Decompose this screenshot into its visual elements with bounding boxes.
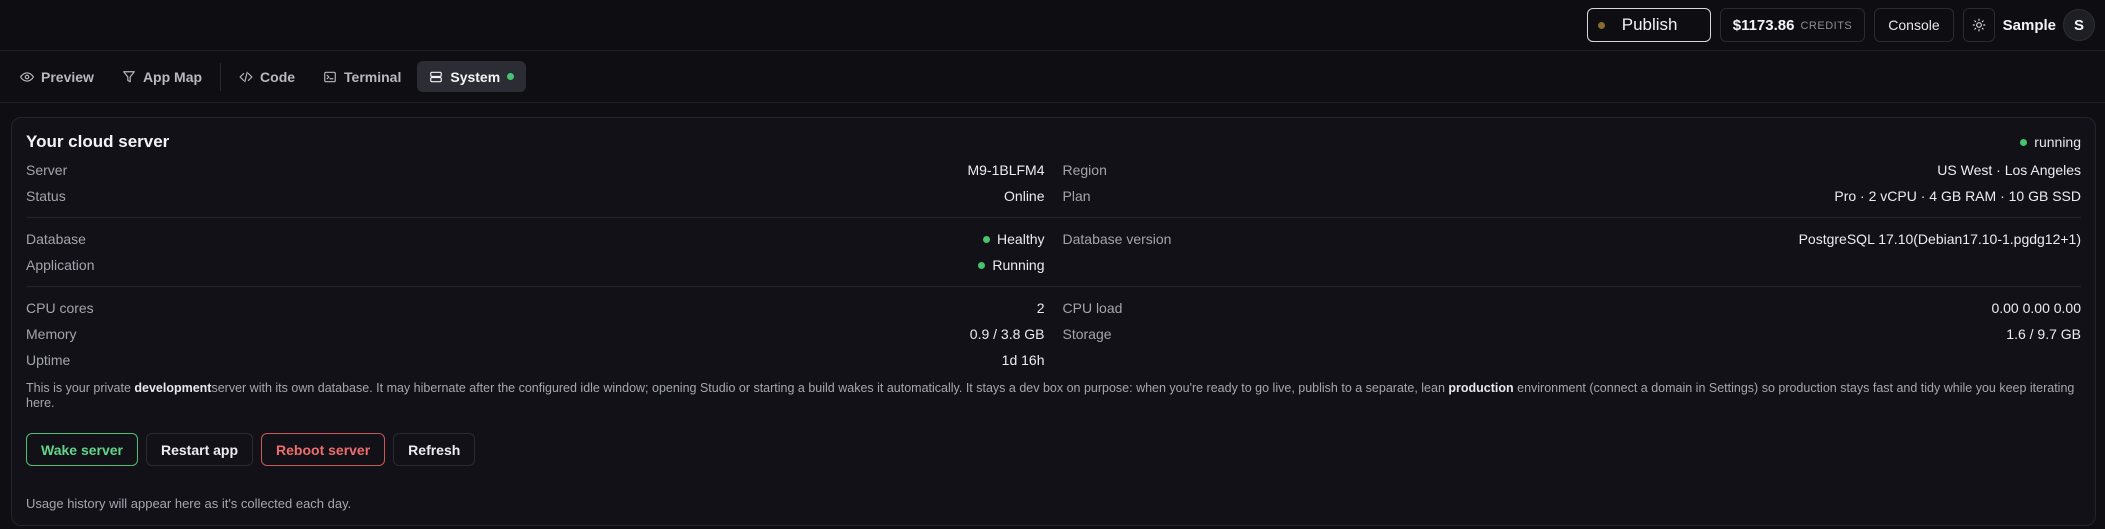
server-description: This is your private developmentserver w… <box>26 381 2086 411</box>
code-icon <box>239 71 253 82</box>
kv-key: Status <box>26 188 66 204</box>
credits-label: CREDITS <box>1800 20 1853 32</box>
tab-code[interactable]: Code <box>227 61 307 92</box>
kv-key: Plan <box>1062 188 1091 204</box>
map-icon <box>123 70 135 82</box>
card-header: Your cloud server running <box>26 132 2081 152</box>
reboot-server-button[interactable]: Reboot server <box>261 433 386 466</box>
kv-value: Healthy <box>983 231 1045 247</box>
restart-app-button[interactable]: Restart app <box>145 433 254 466</box>
resources-section: CPU cores 2 Memory 0.9 / 3.8 GB Uptime 1… <box>26 295 2081 373</box>
kv-value: PostgreSQL 17.10(Debian17.10-1.pgdg12+1) <box>1798 231 2081 247</box>
kv-row-status: Status Online <box>26 183 1045 209</box>
kv-value: 1d 16h <box>1001 352 1045 368</box>
sun-icon <box>1972 18 1986 32</box>
refresh-button[interactable]: Refresh <box>393 433 476 466</box>
tab-label: App Map <box>142 68 203 85</box>
server-icon <box>430 71 443 82</box>
usage-history-note: Usage history will appear here as it's c… <box>26 496 352 511</box>
credits-display[interactable]: $1173.86 CREDITS <box>1719 8 1866 42</box>
tab-label: Preview <box>41 68 94 85</box>
top-bar: Publish $1173.86 CREDITS Console Sample … <box>0 0 2105 51</box>
kv-value: US West · Los Angeles <box>1937 162 2081 178</box>
kv-row-plan: Plan Pro · 2 vCPU · 4 GB RAM · 10 GB SSD <box>1063 183 2082 209</box>
desc-bold-development: development <box>134 381 212 395</box>
kv-row-cpu-load: CPU load 0.00 0.00 0.00 <box>1063 295 2082 321</box>
tab-app-map[interactable]: App Map <box>110 61 214 92</box>
kv-key: Uptime <box>26 352 71 368</box>
tab-label: Code <box>260 68 296 85</box>
kv-row-uptime: Uptime 1d 16h <box>26 347 1045 373</box>
wake-server-button[interactable]: Wake server <box>26 433 138 466</box>
theme-toggle-button[interactable] <box>1962 8 1995 42</box>
kv-value: 0.9 / 3.8 GB <box>969 326 1045 342</box>
kv-key: CPU cores <box>26 300 94 316</box>
desc-part: server with its own database. It may hib… <box>211 381 1449 395</box>
server-info-section: Server M9-1BLFM4 Status Online Region US… <box>26 157 2081 209</box>
kv-row-application: Application Running <box>26 252 1045 278</box>
kv-row-memory: Memory 0.9 / 3.8 GB <box>26 321 1045 347</box>
section-divider <box>26 217 2081 218</box>
credits-amount: $1173.86 <box>1732 16 1795 34</box>
card-title: Your cloud server <box>26 132 170 151</box>
kv-key: CPU load <box>1062 300 1123 316</box>
kv-row-region: Region US West · Los Angeles <box>1063 157 2082 183</box>
kv-row-storage: Storage 1.6 / 9.7 GB <box>1063 321 2082 347</box>
console-button[interactable]: Console <box>1874 8 1954 42</box>
terminal-icon <box>324 71 336 82</box>
cloud-server-card: Your cloud server running Server M9-1BLF… <box>11 117 2096 526</box>
publish-status-dot <box>1597 21 1605 29</box>
status-badge: running <box>2020 134 2081 150</box>
tab-bar: Preview App Map Code Terminal System <box>0 51 2105 103</box>
kv-value: 1.6 / 9.7 GB <box>2006 326 2081 342</box>
tab-system[interactable]: System <box>417 61 527 92</box>
section-divider <box>26 286 2081 287</box>
kv-key: Storage <box>1062 326 1112 342</box>
eye-icon <box>20 71 34 82</box>
user-name[interactable]: Sample <box>2003 17 2056 34</box>
kv-row-cpu-cores: CPU cores 2 <box>26 295 1045 321</box>
kv-key: Application <box>26 257 95 273</box>
kv-value: M9-1BLFM4 <box>967 162 1045 178</box>
kv-key: Region <box>1062 162 1107 178</box>
services-section: Database Healthy Application Running Dat… <box>26 226 2081 278</box>
kv-value: Running <box>978 257 1045 273</box>
desc-part: This is your private <box>26 381 135 395</box>
desc-bold-production: production <box>1448 381 1514 395</box>
kv-row-server: Server M9-1BLFM4 <box>26 157 1045 183</box>
kv-key: Server <box>26 162 68 178</box>
kv-value: Online <box>1004 188 1045 204</box>
publish-button[interactable]: Publish <box>1586 8 1711 42</box>
kv-key: Memory <box>26 326 77 342</box>
kv-value: 0.00 0.00 0.00 <box>1991 300 2081 316</box>
tab-label: System <box>450 68 501 85</box>
kv-value: Pro · 2 vCPU · 4 GB RAM · 10 GB SSD <box>1834 188 2081 204</box>
tab-divider <box>220 62 222 91</box>
application-status-dot <box>978 261 986 269</box>
database-status-text: Healthy <box>997 231 1045 247</box>
kv-row-database: Database Healthy <box>26 226 1045 252</box>
system-status-dot <box>507 73 515 80</box>
kv-row-database-version: Database version PostgreSQL 17.10(Debian… <box>1063 226 2082 252</box>
avatar[interactable]: S <box>2063 9 2095 41</box>
server-actions: Wake server Restart app Reboot server Re… <box>26 433 2081 466</box>
publish-label: Publish <box>1621 15 1678 34</box>
status-dot <box>2020 138 2028 146</box>
tab-terminal[interactable]: Terminal <box>311 61 413 92</box>
kv-key: Database version <box>1062 231 1172 247</box>
status-text: running <box>2034 134 2081 150</box>
tab-label: Terminal <box>344 68 402 85</box>
tab-preview[interactable]: Preview <box>8 61 106 92</box>
kv-key: Database <box>26 231 86 247</box>
application-status-text: Running <box>992 257 1045 273</box>
kv-value: 2 <box>1036 300 1045 316</box>
database-status-dot <box>983 235 991 243</box>
